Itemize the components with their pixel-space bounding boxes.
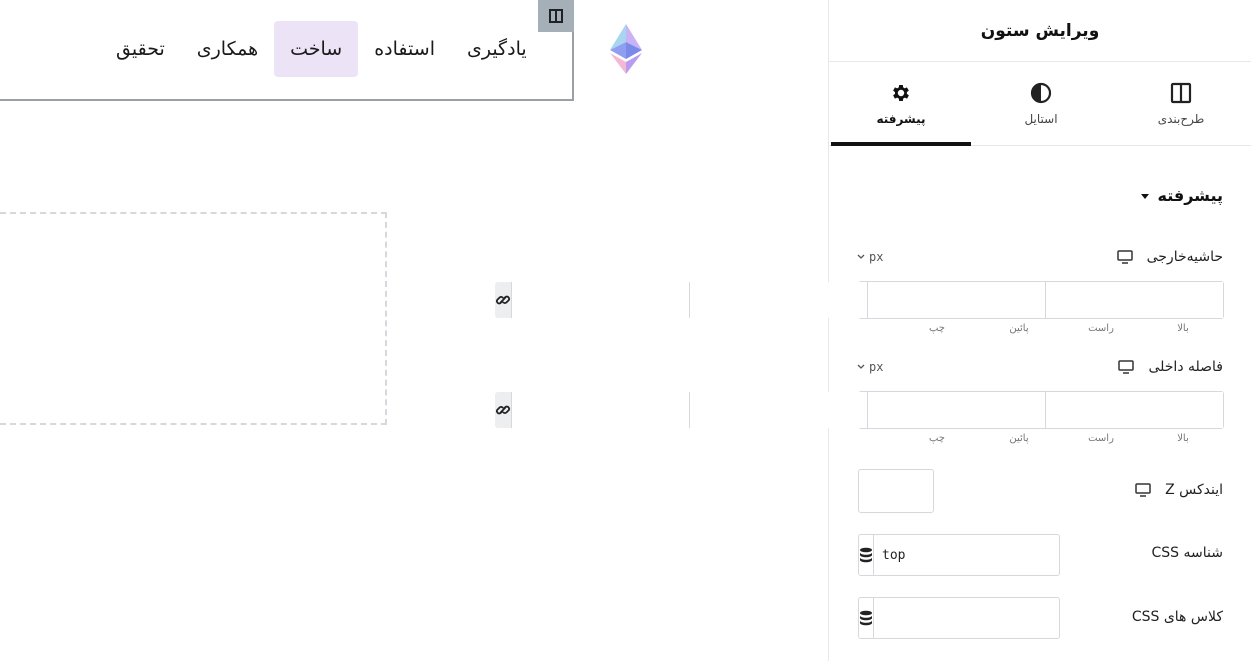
z-index-label-group: ایندکس Z xyxy=(1135,482,1223,498)
panel-header: ویرایش ستون xyxy=(829,0,1251,62)
columns-icon xyxy=(549,9,563,23)
link-icon xyxy=(496,295,510,305)
chevron-down-icon xyxy=(857,364,865,369)
padding-top-input[interactable] xyxy=(1045,392,1223,428)
side-label-left: چپ xyxy=(928,323,945,334)
database-icon xyxy=(860,610,872,626)
padding-label: فاصله داخلی xyxy=(1148,359,1223,375)
gear-icon xyxy=(893,84,909,101)
column-settings-panel: ویرایش ستون طرح‌بندی استایل پیشرفته پیشر… xyxy=(495,0,1251,661)
css-id-field xyxy=(858,534,1060,576)
z-index-control-row: ایندکس Z xyxy=(1135,478,1223,502)
padding-bottom-input[interactable] xyxy=(689,392,867,428)
nav-item-participate[interactable]: همکاری xyxy=(181,21,274,77)
tab-advanced[interactable]: پیشرفته xyxy=(831,62,971,146)
margin-left-input[interactable] xyxy=(511,282,689,318)
section-title: پیشرفته xyxy=(1157,186,1223,205)
margin-control-row: حاشیه‌خارجی px xyxy=(857,246,1223,268)
css-classes-control-row: کلاس های CSS xyxy=(1132,605,1223,629)
column-edit-handle[interactable] xyxy=(538,0,574,32)
contrast-icon xyxy=(1030,82,1052,103)
desktop-icon[interactable] xyxy=(1118,360,1135,374)
padding-right-input[interactable] xyxy=(867,392,1045,428)
z-index-input[interactable] xyxy=(858,469,934,513)
margin-top-input[interactable] xyxy=(1045,282,1223,318)
padding-control-row: فاصله داخلی px xyxy=(857,356,1223,378)
padding-side-labels: بالا راست پائین چپ xyxy=(896,433,1224,444)
desktop-icon[interactable] xyxy=(1116,250,1133,264)
database-icon xyxy=(860,547,872,563)
css-classes-label: کلاس های CSS xyxy=(1131,609,1223,625)
z-index-label: ایندکس Z xyxy=(1165,482,1223,498)
margin-inputs xyxy=(495,281,1224,319)
chevron-down-icon xyxy=(857,254,865,259)
padding-label-group: فاصله داخلی xyxy=(1118,359,1223,375)
editor-canvas: یادگیری استفاده ساخت همکاری تحقیق xyxy=(0,0,828,661)
margin-bottom-input[interactable] xyxy=(689,282,867,318)
tab-layout[interactable]: طرح‌بندی xyxy=(1111,62,1251,145)
side-label-left: چپ xyxy=(928,433,945,444)
css-classes-field xyxy=(858,597,1060,639)
main-nav-menu: یادگیری استفاده ساخت همکاری تحقیق xyxy=(100,21,543,77)
tab-style[interactable]: استایل xyxy=(971,62,1111,145)
margin-unit-select[interactable]: px xyxy=(857,250,883,264)
margin-unit-value: px xyxy=(869,250,884,264)
caret-down-icon xyxy=(1140,193,1149,199)
side-label-right: راست xyxy=(1088,323,1114,334)
nav-item-learn[interactable]: یادگیری xyxy=(451,21,543,77)
margin-right-input[interactable] xyxy=(867,282,1045,318)
padding-unit-value: px xyxy=(869,360,884,374)
padding-unit-select[interactable]: px xyxy=(857,360,883,374)
nav-item-build[interactable]: ساخت xyxy=(274,21,359,77)
css-id-label: شناسه CSS xyxy=(1151,545,1223,561)
css-id-control-row: شناسه CSS xyxy=(1152,541,1223,565)
side-label-top: بالا xyxy=(1177,323,1189,334)
desktop-icon[interactable] xyxy=(1135,483,1151,497)
margin-link-button[interactable] xyxy=(495,282,511,318)
dynamic-tags-button[interactable] xyxy=(858,597,874,639)
columns-icon xyxy=(1170,82,1192,103)
advanced-section-toggle[interactable]: پیشرفته xyxy=(1140,186,1223,205)
margin-label-group: حاشیه‌خارجی xyxy=(1116,249,1223,265)
css-classes-input[interactable] xyxy=(874,597,1060,639)
side-label-bottom: پائین xyxy=(1009,433,1029,444)
nav-item-research[interactable]: تحقیق xyxy=(100,21,181,77)
panel-tabs: طرح‌بندی استایل پیشرفته xyxy=(829,62,1251,146)
link-icon xyxy=(496,405,510,415)
padding-left-input[interactable] xyxy=(511,392,689,428)
ethereum-logo[interactable] xyxy=(606,22,646,76)
side-label-bottom: پائین xyxy=(1009,323,1029,334)
margin-side-labels: بالا راست پائین چپ xyxy=(896,323,1224,334)
margin-label: حاشیه‌خارجی xyxy=(1146,249,1223,265)
css-id-input[interactable] xyxy=(874,534,1060,576)
tab-layout-label: طرح‌بندی xyxy=(1157,111,1205,126)
padding-inputs xyxy=(495,391,1224,429)
panel-title: ویرایش ستون xyxy=(980,20,1100,41)
empty-column-placeholder[interactable] xyxy=(0,212,387,425)
nav-item-use[interactable]: استفاده xyxy=(358,21,451,77)
padding-link-button[interactable] xyxy=(495,392,511,428)
side-label-top: بالا xyxy=(1177,433,1189,444)
side-label-right: راست xyxy=(1088,433,1114,444)
tab-style-label: استایل xyxy=(1024,111,1058,126)
tab-advanced-label: پیشرفته xyxy=(876,111,926,126)
dynamic-tags-button[interactable] xyxy=(858,534,874,576)
